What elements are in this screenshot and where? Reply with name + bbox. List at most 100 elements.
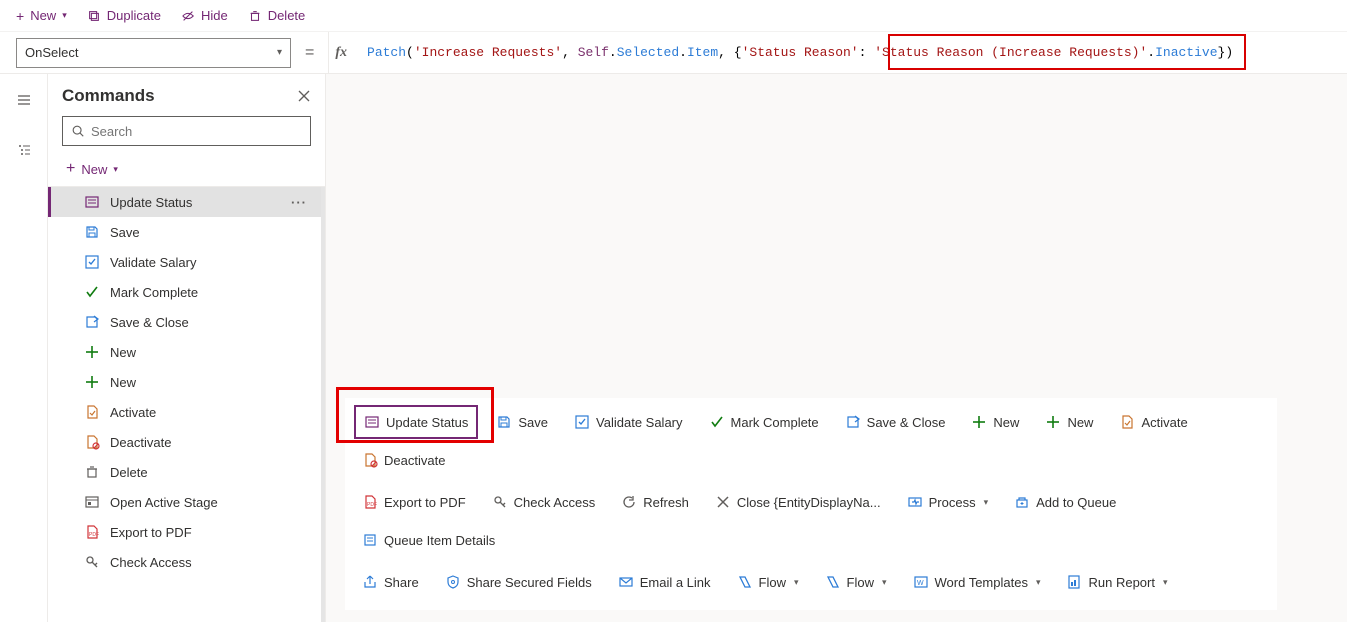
command-label: Activate: [1141, 415, 1187, 430]
command-button[interactable]: Process▾: [899, 485, 997, 519]
check-icon: [574, 414, 590, 430]
new-button[interactable]: + New ▾: [8, 4, 75, 28]
tick-icon: [709, 414, 725, 430]
command-button[interactable]: Check Access: [484, 485, 604, 519]
tree-item-label: Update Status: [110, 195, 192, 210]
panel-new-button[interactable]: + New ▾: [48, 154, 325, 187]
command-label: Save: [518, 415, 548, 430]
command-button[interactable]: PDF Export to PDF: [354, 485, 474, 519]
command-button[interactable]: Deactivate: [354, 443, 453, 477]
command-label: New: [1067, 415, 1093, 430]
tree-item[interactable]: Mark Complete ···: [48, 277, 321, 307]
tree-item[interactable]: New ···: [48, 367, 321, 397]
process-icon: [907, 494, 923, 510]
shield-icon: [445, 574, 461, 590]
tree-item[interactable]: Delete ···: [48, 457, 321, 487]
tree-item-label: Activate: [110, 405, 156, 420]
command-button[interactable]: Validate Salary: [566, 405, 690, 439]
tree-item-label: New: [110, 375, 136, 390]
command-button[interactable]: Mark Complete: [701, 405, 827, 439]
tree-item[interactable]: New ···: [48, 337, 321, 367]
tree-item[interactable]: Open Active Stage ···: [48, 487, 321, 517]
check-icon: [84, 254, 100, 270]
saveclose-icon: [84, 314, 100, 330]
close-panel-button[interactable]: [297, 89, 311, 103]
duplicate-label: Duplicate: [107, 8, 161, 23]
command-button[interactable]: Queue Item Details: [354, 523, 503, 557]
command-button[interactable]: Run Report ▾: [1058, 565, 1175, 599]
command-label: Refresh: [643, 495, 689, 510]
command-button[interactable]: W Word Templates▾: [905, 565, 1049, 599]
flow-icon: [737, 574, 753, 590]
svg-text:PDF: PDF: [89, 532, 99, 538]
plus-icon: +: [66, 160, 75, 178]
delete-button[interactable]: Delete: [240, 4, 314, 27]
tree-item[interactable]: Activate ···: [48, 397, 321, 427]
panel-new-label: New: [81, 162, 107, 177]
command-button[interactable]: Refresh: [613, 485, 697, 519]
queue-icon: [1014, 494, 1030, 510]
tree-item[interactable]: Deactivate ···: [48, 427, 321, 457]
tick-icon: [84, 284, 100, 300]
tree-item[interactable]: PDF Export to PDF ···: [48, 517, 321, 547]
top-toolbar: + New ▾ Duplicate Hide Delete: [0, 0, 1347, 32]
plus-icon: [84, 344, 100, 360]
close-icon: [715, 494, 731, 510]
hide-button[interactable]: Hide: [173, 4, 236, 27]
plus-icon: [971, 414, 987, 430]
key-icon: [84, 554, 100, 570]
command-label: Run Report: [1088, 575, 1154, 590]
command-label: Queue Item Details: [384, 533, 495, 548]
command-label: Flow: [759, 575, 786, 590]
plus-icon: [1045, 414, 1061, 430]
property-selector[interactable]: OnSelect ▾: [16, 38, 291, 68]
command-button[interactable]: Flow▾: [817, 565, 895, 599]
tree-view-icon[interactable]: [8, 134, 40, 166]
command-button[interactable]: Activate: [1111, 405, 1195, 439]
command-button[interactable]: Share Secured Fields: [437, 565, 600, 599]
formula-input[interactable]: Patch('Increase Requests', Self.Selected…: [363, 45, 1339, 60]
commands-tree[interactable]: Update Status ··· Save ··· Validate Sala…: [48, 187, 325, 622]
command-button[interactable]: Save: [488, 405, 556, 439]
command-button[interactable]: Add to Queue: [1006, 485, 1124, 519]
panel-title: Commands: [62, 86, 155, 106]
tree-item[interactable]: Check Access ···: [48, 547, 321, 577]
chevron-down-icon: ▾: [882, 577, 887, 588]
fx-icon[interactable]: fx: [328, 32, 353, 73]
svg-text:W: W: [917, 580, 924, 587]
more-icon[interactable]: ···: [291, 195, 307, 210]
command-label: Share: [384, 575, 419, 590]
tree-item[interactable]: Save & Close ···: [48, 307, 321, 337]
chevron-down-icon: ▾: [1163, 577, 1168, 588]
tree-item[interactable]: Update Status ···: [48, 187, 321, 217]
hamburger-icon[interactable]: [8, 84, 40, 116]
command-button[interactable]: New: [963, 405, 1027, 439]
command-button[interactable]: Save & Close: [837, 405, 954, 439]
property-value: OnSelect: [25, 45, 78, 60]
commands-panel: Commands + New ▾ Update Status ···: [48, 74, 326, 622]
search-icon: [71, 124, 85, 138]
duplicate-icon: [87, 9, 101, 23]
command-label: Mark Complete: [731, 415, 819, 430]
tree-item[interactable]: Save ···: [48, 217, 321, 247]
refresh-icon: [621, 494, 637, 510]
hide-label: Hide: [201, 8, 228, 23]
trash-icon: [248, 9, 262, 23]
command-button[interactable]: Flow▾: [729, 565, 807, 599]
command-button[interactable]: Close {EntityDisplayNa...: [707, 485, 889, 519]
command-label: Check Access: [514, 495, 596, 510]
duplicate-button[interactable]: Duplicate: [79, 4, 169, 27]
chevron-down-icon: ▾: [1036, 577, 1041, 588]
canvas: Update Status Save Validate Salary Mark …: [326, 74, 1347, 622]
search-input[interactable]: [91, 124, 302, 139]
search-input-wrap[interactable]: [62, 116, 311, 146]
command-button[interactable]: New: [1037, 405, 1101, 439]
qdetail-icon: [362, 532, 378, 548]
chevron-down-icon: ▾: [113, 164, 118, 175]
command-button[interactable]: Email a Link: [610, 565, 719, 599]
tree-item[interactable]: Validate Salary ···: [48, 247, 321, 277]
tree-item-label: Check Access: [110, 555, 192, 570]
command-button[interactable]: Update Status: [354, 405, 478, 439]
command-button[interactable]: Share: [354, 565, 427, 599]
activate-icon: [84, 404, 100, 420]
